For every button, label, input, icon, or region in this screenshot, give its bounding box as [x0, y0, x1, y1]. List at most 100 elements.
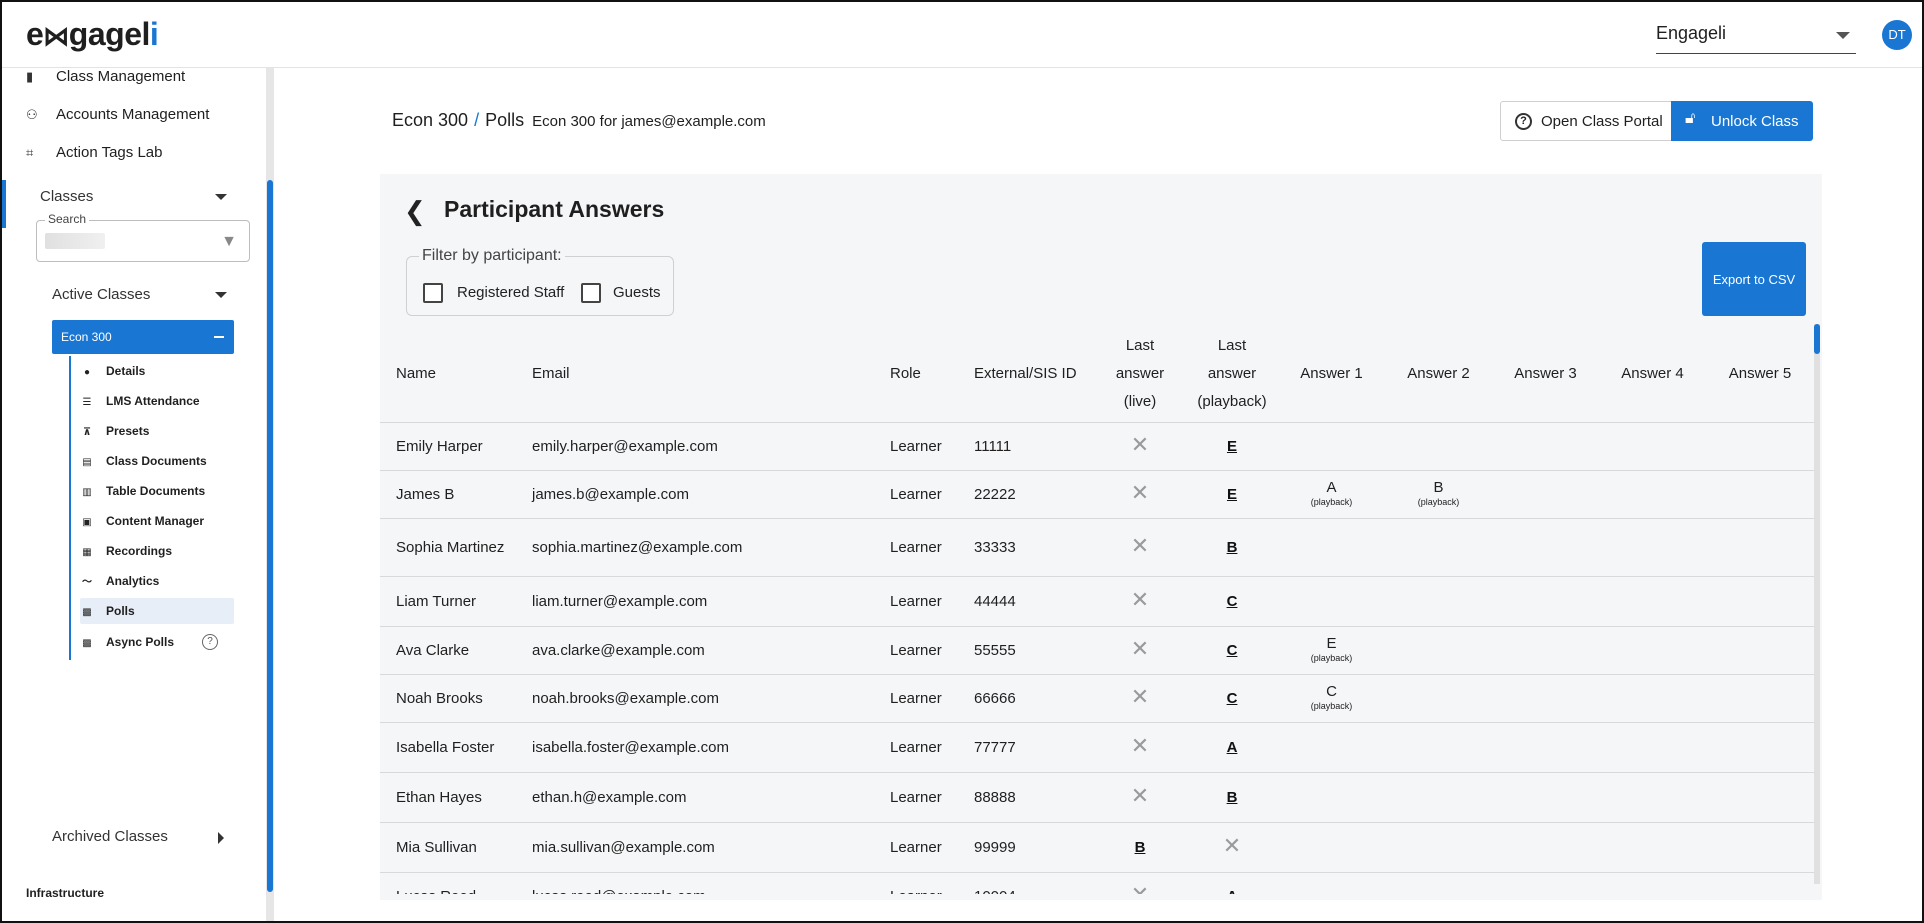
participant-role: Learner	[874, 576, 958, 627]
last-answer-playback-link[interactable]: B	[1227, 539, 1238, 556]
accounts-icon: ⚇	[26, 107, 38, 122]
answer-3	[1492, 872, 1599, 894]
answer-5	[1706, 872, 1814, 894]
table-documents-icon: ▥	[82, 487, 92, 498]
sidebar-item-details[interactable]: ● Details	[80, 358, 234, 384]
registered-staff-checkbox[interactable]	[423, 283, 443, 303]
participant-name: James B	[380, 470, 516, 519]
table-scrollbar[interactable]	[1814, 324, 1820, 884]
participant-email: lucas.reed@example.com	[516, 872, 874, 894]
help-icon[interactable]: ?	[202, 634, 218, 650]
sidebar-item-accounts-management[interactable]: ⚇ Accounts Management	[26, 106, 209, 123]
header-answer-5[interactable]: Answer 5	[1706, 326, 1814, 423]
archived-classes-chevron-right-icon[interactable]	[218, 832, 224, 844]
last-answer-playback-link[interactable]: A	[1227, 888, 1238, 895]
sidebar-item-table-documents[interactable]: ▥ Table Documents	[80, 478, 234, 504]
sidebar-item-polls[interactable]: ▩ Polls	[80, 598, 234, 624]
participant-name: Lucas Reed	[380, 872, 516, 894]
lock-icon: 🔓︎	[1685, 110, 1696, 127]
answer-3	[1492, 822, 1599, 873]
header-email[interactable]: Email	[516, 326, 874, 423]
header-answer-2[interactable]: Answer 2	[1385, 326, 1492, 423]
last-answer-live: ✕	[1094, 772, 1186, 823]
participant-filter: Filter by participant: Registered Staff …	[406, 247, 674, 316]
last-answer-playback: E	[1186, 470, 1278, 519]
active-classes-label[interactable]: Active Classes	[52, 286, 150, 303]
user-avatar[interactable]: DT	[1882, 20, 1912, 50]
last-answer-playback-link[interactable]: B	[1227, 789, 1238, 806]
sidebar-item-class-management[interactable]: ▮ Class Management	[26, 68, 185, 85]
participant-role: Learner	[874, 722, 958, 773]
last-answer-live: B	[1094, 822, 1186, 873]
registered-staff-label[interactable]: Registered Staff	[457, 284, 564, 301]
sidebar-item-presets[interactable]: ⊼ Presets	[80, 418, 234, 444]
header-answer-4[interactable]: Answer 4	[1599, 326, 1706, 423]
participant-email: ava.clarke@example.com	[516, 626, 874, 675]
last-answer-playback-link[interactable]: C	[1227, 642, 1238, 659]
polls-icon: ▩	[82, 607, 92, 618]
last-answer-playback-link[interactable]: C	[1227, 690, 1238, 707]
book-icon: ▮	[26, 69, 34, 84]
sidebar-scrollbar[interactable]	[266, 68, 274, 921]
participant-role: Learner	[874, 470, 958, 519]
filter-icon[interactable]: ▼	[221, 233, 237, 251]
classes-section-label[interactable]: Classes	[40, 188, 93, 205]
header-answer-3[interactable]: Answer 3	[1492, 326, 1599, 423]
answer-3	[1492, 674, 1599, 723]
answers-table: Name Email Role External/SIS ID Last answ…	[380, 326, 1814, 894]
answer-3	[1492, 576, 1599, 627]
last-answer-playback-link[interactable]: A	[1227, 739, 1238, 756]
participant-name: Noah Brooks	[380, 674, 516, 723]
breadcrumb-class[interactable]: Econ 300	[392, 110, 468, 130]
no-answer-icon: ✕	[1131, 882, 1149, 895]
sidebar-item-action-tags-lab[interactable]: ⌗ Action Tags Lab	[26, 144, 162, 161]
header-last-answer-live[interactable]: Last answer (live)	[1094, 326, 1186, 423]
answer-4	[1599, 872, 1706, 894]
sidebar-item-content-manager[interactable]: ▣ Content Manager	[80, 508, 234, 534]
infrastructure-label[interactable]: Infrastructure	[26, 886, 104, 900]
sidebar-item-lms-attendance[interactable]: ☰ LMS Attendance	[80, 388, 234, 414]
header-last-answer-playback[interactable]: Last answer (playback)	[1186, 326, 1278, 423]
answer-4	[1599, 470, 1706, 519]
sidebar-scrollbar-thumb[interactable]	[267, 180, 273, 892]
no-answer-icon: ✕	[1130, 480, 1150, 505]
sidebar-item-analytics[interactable]: 〜 Analytics	[80, 568, 234, 594]
back-chevron-icon[interactable]: ❮	[404, 196, 426, 227]
table-row: Isabella Foster isabella.foster@example.c…	[380, 722, 1814, 773]
last-answer-playback-link[interactable]: C	[1227, 593, 1238, 610]
active-class-econ-300[interactable]: Econ 300	[52, 320, 234, 354]
table-scrollbar-thumb[interactable]	[1814, 324, 1820, 354]
collapse-icon[interactable]	[214, 336, 224, 338]
sidebar-item-async-polls[interactable]: ▩ Async Polls?	[80, 629, 234, 655]
archived-classes-label[interactable]: Archived Classes	[52, 828, 168, 845]
class-search-input[interactable]: Search ▼	[36, 212, 250, 262]
guests-checkbox[interactable]	[581, 283, 601, 303]
table-row: James Bjames.b@example.com Learner 22222 ✕ E…	[380, 470, 1814, 519]
answer-4	[1599, 722, 1706, 773]
header-role[interactable]: Role	[874, 326, 958, 423]
header-external-id[interactable]: External/SIS ID	[958, 326, 1094, 423]
header-answer-1[interactable]: Answer 1	[1278, 326, 1385, 423]
participant-external-id: 11111	[958, 422, 1094, 471]
sidebar-item-class-documents[interactable]: ▤ Class Documents	[80, 448, 234, 474]
active-classes-chevron-down-icon[interactable]	[215, 292, 227, 298]
participant-name: Isabella Foster	[380, 722, 516, 773]
classes-chevron-down-icon[interactable]	[215, 194, 227, 200]
engageli-logo[interactable]: e⋈gageli	[26, 16, 159, 53]
last-answer-playback-link[interactable]: E	[1227, 486, 1237, 503]
sidebar-item-recordings[interactable]: ▦ Recordings	[80, 538, 234, 564]
export-to-csv-button[interactable]: Export to CSV	[1702, 242, 1806, 316]
answer-1	[1278, 822, 1385, 873]
header-name[interactable]: Name	[380, 326, 516, 423]
open-class-portal-button[interactable]: ? Open Class Portal	[1500, 101, 1672, 141]
organization-select[interactable]: Engageli	[1656, 20, 1856, 54]
list-icon: ☰	[82, 397, 92, 408]
unlock-class-button[interactable]: 🔓︎ Unlock Class	[1671, 101, 1813, 141]
analytics-icon: 〜	[82, 577, 92, 588]
answer-4	[1599, 518, 1706, 577]
participant-name: Ava Clarke	[380, 626, 516, 675]
last-answer-playback-link[interactable]: E	[1227, 438, 1237, 455]
guests-label[interactable]: Guests	[613, 284, 661, 301]
last-answer-live-link[interactable]: B	[1135, 839, 1146, 856]
participant-external-id: 10004	[958, 872, 1094, 894]
